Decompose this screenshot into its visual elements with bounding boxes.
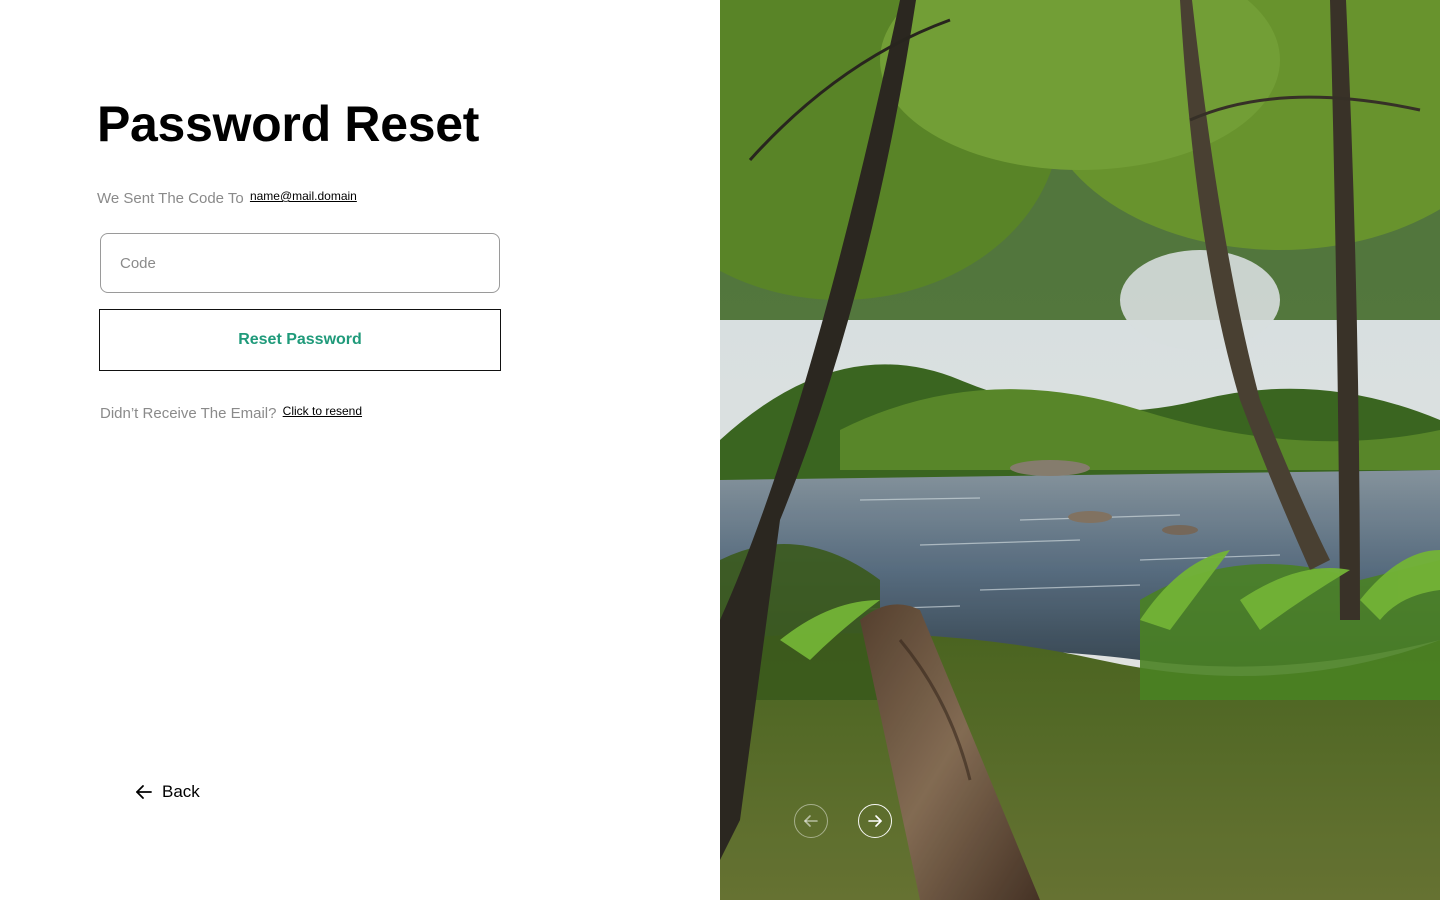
email-link[interactable]: name@mail.domain — [250, 189, 357, 203]
code-sent-label: We Sent The Code To — [97, 190, 244, 207]
arrow-left-icon — [136, 785, 152, 799]
back-button[interactable]: Back — [134, 782, 200, 802]
arrow-right-icon — [868, 815, 882, 827]
arrow-left-icon — [804, 815, 818, 827]
hero-image-panel — [720, 0, 1440, 900]
code-input[interactable] — [100, 233, 500, 293]
reset-password-button[interactable]: Reset Password — [99, 309, 501, 371]
carousel-prev-button[interactable] — [794, 804, 828, 838]
carousel-next-button[interactable] — [858, 804, 892, 838]
resend-message: Didn’t Receive The Email? Click to resen… — [100, 404, 362, 422]
auth-panel: Password Reset We Sent The Code To name@… — [0, 0, 720, 900]
resend-link[interactable]: Click to resend — [283, 404, 362, 418]
code-sent-message: We Sent The Code To name@mail.domain — [97, 189, 357, 207]
forest-river-image — [720, 0, 1440, 900]
resend-label: Didn’t Receive The Email? — [100, 405, 277, 422]
back-label: Back — [162, 782, 200, 801]
page-title: Password Reset — [97, 96, 480, 152]
